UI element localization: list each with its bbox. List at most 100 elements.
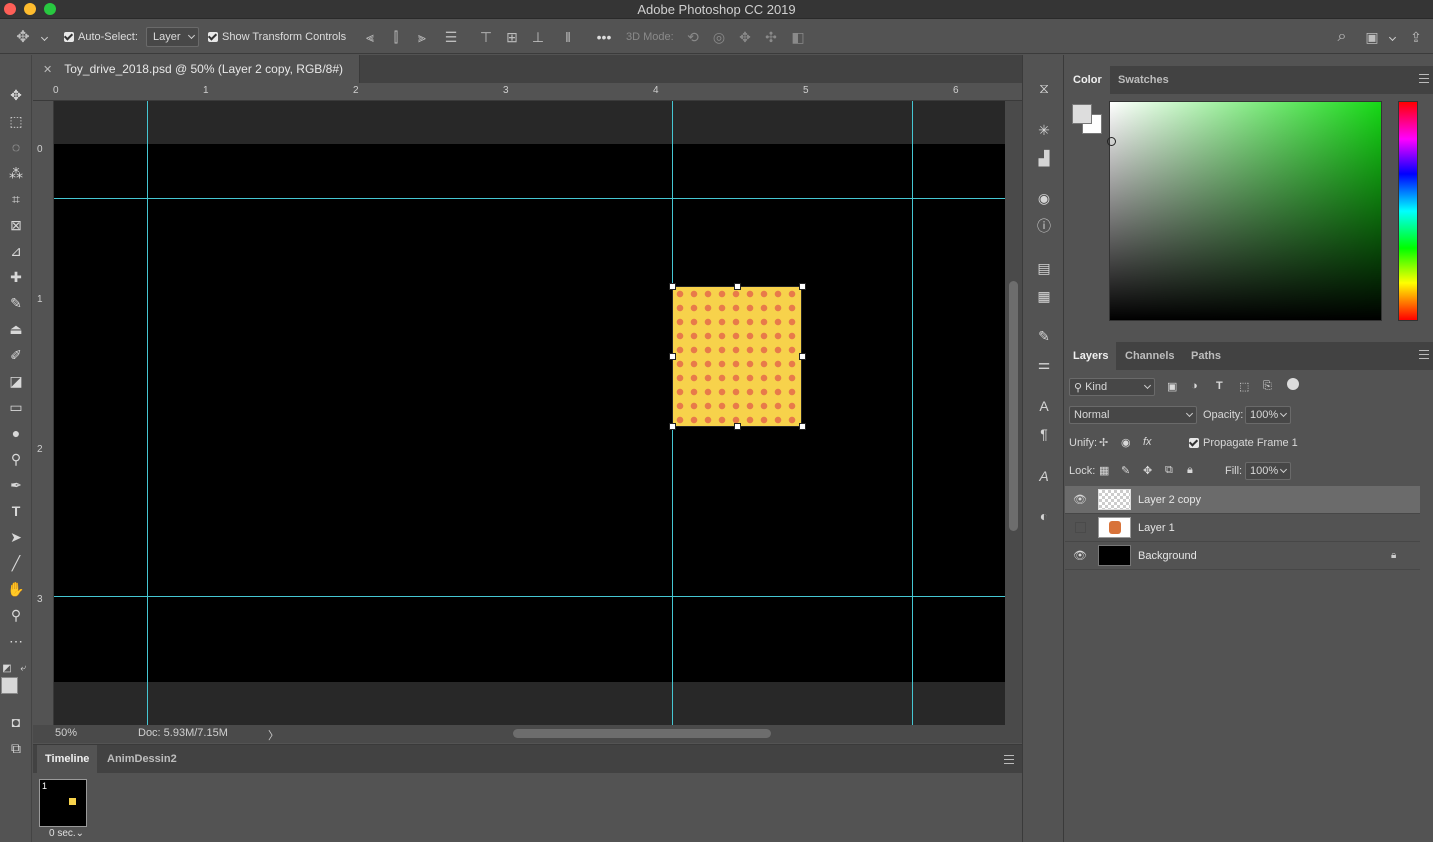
- transform-handle[interactable]: [799, 283, 806, 290]
- brush-tool-icon[interactable]: ✎: [4, 292, 28, 314]
- tab-swatches[interactable]: Swatches: [1110, 66, 1177, 94]
- document-canvas[interactable]: [54, 144, 1005, 682]
- guide-vertical[interactable]: [147, 101, 148, 725]
- unify-visibility-icon[interactable]: ◉: [1121, 436, 1137, 449]
- eye-icon[interactable]: 👁︎: [1073, 549, 1087, 563]
- align-bottom-icon[interactable]: ⊥: [530, 20, 546, 54]
- histogram-icon[interactable]: ▟: [1032, 147, 1056, 169]
- zoom-level[interactable]: 50%: [55, 727, 77, 739]
- tab-paths[interactable]: Paths: [1183, 342, 1229, 370]
- pen-tool-icon[interactable]: ✒: [4, 474, 28, 496]
- search-icon[interactable]: ⌕: [1332, 20, 1352, 54]
- distribute-icon[interactable]: ☰: [443, 20, 459, 54]
- crop-tool-icon[interactable]: ⌗: [4, 188, 28, 210]
- frame-tool-icon[interactable]: ⊠: [4, 214, 28, 236]
- blur-tool-icon[interactable]: ●: [4, 422, 28, 444]
- line-tool-icon[interactable]: ╱: [4, 552, 28, 574]
- distribute-vertical-icon[interactable]: ‖: [560, 20, 576, 54]
- unify-position-icon[interactable]: ✢: [1099, 436, 1115, 449]
- align-right-icon[interactable]: ⫸: [414, 20, 430, 54]
- lock-icon[interactable]: 🔒︎: [1391, 550, 1396, 561]
- 3d-orbit-icon[interactable]: ⟲: [684, 20, 702, 54]
- visibility-toggle-box[interactable]: [1075, 522, 1086, 533]
- foreground-color-chip[interactable]: [1072, 104, 1092, 124]
- transform-handle[interactable]: [669, 283, 676, 290]
- frame-delay[interactable]: 0 sec.⌄: [49, 828, 84, 839]
- more-options-icon[interactable]: •••: [594, 20, 614, 54]
- hue-slider[interactable]: [1398, 101, 1418, 321]
- filter-type-icon[interactable]: T: [1216, 380, 1230, 392]
- dodge-tool-icon[interactable]: ⚲: [4, 448, 28, 470]
- tab-channels[interactable]: Channels: [1117, 342, 1183, 370]
- paragraph-icon[interactable]: ¶: [1032, 423, 1056, 445]
- 3d-camera-icon[interactable]: ◧: [788, 20, 808, 54]
- chevron-down-icon[interactable]: [38, 20, 50, 54]
- auto-select-checkbox[interactable]: Auto-Select:: [64, 20, 138, 54]
- eye-icon[interactable]: 👁︎: [1073, 493, 1087, 507]
- align-center-icon[interactable]: ⫿: [388, 20, 404, 54]
- guide-horizontal[interactable]: [54, 198, 1005, 199]
- close-icon[interactable]: ✕: [43, 63, 52, 76]
- brush-settings-icon[interactable]: ✎: [1032, 325, 1056, 347]
- layer-row-background[interactable]: 👁︎ Background 🔒︎: [1065, 542, 1420, 570]
- transform-handle[interactable]: [669, 423, 676, 430]
- panel-menu-icon[interactable]: [1419, 74, 1429, 83]
- history-brush-tool-icon[interactable]: ✐: [4, 344, 28, 366]
- document-tab[interactable]: ✕ Toy_drive_2018.psd @ 50% (Layer 2 copy…: [33, 55, 360, 83]
- move-tool-icon[interactable]: ✥: [4, 84, 28, 106]
- info-icon[interactable]: ⓘ: [1032, 215, 1056, 237]
- tab-animdessin2[interactable]: AnimDessin2: [99, 745, 185, 773]
- panel-menu-icon[interactable]: [1419, 350, 1429, 359]
- zoom-tool-icon[interactable]: ⚲: [4, 604, 28, 626]
- align-middle-icon[interactable]: ⊞: [504, 20, 520, 54]
- magic-wand-tool-icon[interactable]: ⁂: [4, 162, 28, 184]
- lock-position-icon[interactable]: ✥: [1143, 464, 1157, 477]
- layer-filter-dropdown[interactable]: ⚲ Kind: [1069, 378, 1155, 396]
- share-icon[interactable]: ⇪: [1406, 20, 1426, 54]
- horizontal-ruler[interactable]: 0 1 2 3 4 5 6: [33, 83, 1022, 101]
- vertical-scroll-thumb[interactable]: [1009, 281, 1018, 531]
- guide-vertical[interactable]: [912, 101, 913, 725]
- layer-name[interactable]: Background: [1138, 550, 1197, 562]
- filter-toggle-icon[interactable]: [1287, 378, 1299, 390]
- more-tools-icon[interactable]: ⋯: [4, 630, 28, 652]
- opacity-field[interactable]: 100%: [1245, 406, 1291, 424]
- history-icon[interactable]: ⧖: [1032, 77, 1056, 99]
- align-top-icon[interactable]: ⊤: [478, 20, 494, 54]
- glyphs-icon[interactable]: A: [1032, 465, 1056, 487]
- styles-icon[interactable]: ◐: [1032, 505, 1056, 527]
- 3d-slide-icon[interactable]: ✣: [762, 20, 780, 54]
- show-transform-checkbox[interactable]: Show Transform Controls: [208, 20, 346, 54]
- vertical-scrollbar[interactable]: [1005, 101, 1022, 725]
- color-field[interactable]: [1107, 101, 1382, 321]
- layer-name[interactable]: Layer 1: [1138, 522, 1175, 534]
- filter-adjustment-icon[interactable]: ◑: [1191, 380, 1205, 392]
- transform-handle[interactable]: [669, 353, 676, 360]
- gradient-tool-icon[interactable]: ▭: [4, 396, 28, 418]
- lock-artboard-icon[interactable]: ⧉: [1165, 464, 1179, 477]
- quick-mask-icon[interactable]: ◘: [4, 711, 28, 733]
- tab-timeline[interactable]: Timeline: [37, 745, 98, 773]
- color-picker-cursor[interactable]: [1107, 137, 1116, 146]
- transform-handle[interactable]: [799, 353, 806, 360]
- navigator-icon[interactable]: ✳: [1032, 119, 1056, 141]
- horizontal-scroll-thumb[interactable]: [513, 729, 771, 738]
- lock-pixels-icon[interactable]: ✎: [1121, 464, 1135, 477]
- 3d-roll-icon[interactable]: ◎: [710, 20, 728, 54]
- eraser-tool-icon[interactable]: ◪: [4, 370, 28, 392]
- type-tool-icon[interactable]: T: [4, 500, 28, 522]
- healing-brush-tool-icon[interactable]: ✚: [4, 266, 28, 288]
- marquee-tool-icon[interactable]: ⬚: [4, 110, 28, 132]
- notes-icon[interactable]: ▦: [1032, 285, 1056, 307]
- blend-mode-dropdown[interactable]: Normal: [1069, 406, 1197, 424]
- transform-handle[interactable]: [734, 283, 741, 290]
- pasteboard[interactable]: [54, 101, 1005, 725]
- path-selection-tool-icon[interactable]: ➤: [4, 526, 28, 548]
- properties-icon[interactable]: ▤: [1032, 257, 1056, 279]
- lock-transparent-icon[interactable]: ▦: [1099, 464, 1113, 477]
- layer-row-layer-2-copy[interactable]: 👁︎ Layer 2 copy: [1065, 486, 1420, 514]
- workspace-icon[interactable]: ▣: [1362, 20, 1382, 54]
- tab-layers[interactable]: Layers: [1065, 342, 1117, 370]
- filter-smart-object-icon[interactable]: ⎘: [1263, 380, 1277, 393]
- transform-handle[interactable]: [799, 423, 806, 430]
